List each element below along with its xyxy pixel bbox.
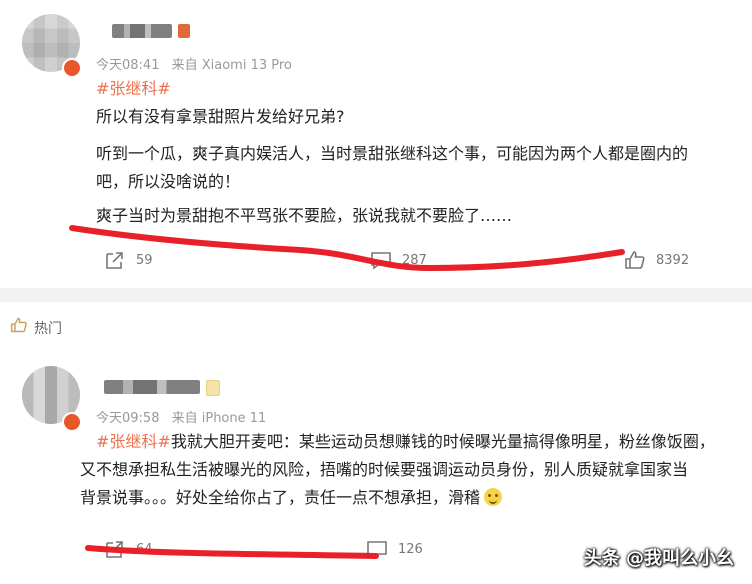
hot-section-header: 热门: [0, 302, 752, 350]
hashtag-text[interactable]: #张继科#: [96, 79, 171, 98]
post-text-line-2: 又不想承担私生活被曝光的风险，捂嘴的时候要强调运动员身份，别人质疑就拿国家当: [80, 460, 689, 479]
post-text-line-3: 吧，所以没啥说的！: [96, 172, 241, 191]
member-badge-icon: [206, 380, 220, 396]
post-meta: 今天08:41 来自 Xiaomi 13 Pro: [96, 54, 300, 73]
post-time: 今天09:58: [96, 411, 160, 426]
weibo-post-1: 今天08:41 来自 Xiaomi 13 Pro #张继科# 所以有没有拿景甜照…: [0, 0, 752, 288]
post-text-line-4: 爽子当时为景甜抱不平骂张不要脸，张说我就不要脸了……: [96, 206, 513, 225]
share-button[interactable]: 59: [104, 250, 153, 270]
thumbs-up-icon: [625, 251, 645, 269]
post-text-line-1: 所以有没有拿景甜照片发给好兄弟?: [96, 107, 345, 126]
post-source: 来自 Xiaomi 13 Pro: [171, 58, 292, 73]
hashtag-link[interactable]: #张继科#: [96, 432, 171, 451]
smirk-emoji-icon: [484, 488, 503, 506]
member-badge-icon: [178, 24, 190, 38]
hot-label: 热门: [34, 321, 62, 337]
comment-button[interactable]: 287: [370, 250, 427, 270]
share-count: 59: [136, 252, 153, 268]
post-text-line-1: #张继科#我就大胆开麦吧：某些运动员想赚钱的时候曝光量搞得像明星，粉丝像饭圈，: [96, 428, 715, 455]
post-meta: 今天09:58 来自 iPhone 11: [96, 407, 274, 426]
username-redacted[interactable]: [112, 24, 172, 38]
comment-button[interactable]: 126: [366, 539, 423, 559]
verified-badge-icon: [62, 412, 82, 432]
comment-icon: [367, 541, 387, 559]
share-icon: [106, 541, 123, 558]
post-text-line-3-text: 背景说事。。。好处全给你占了，责任一点不想承担，滑稽: [80, 488, 481, 507]
watermark: 头条 @我叫么小幺: [583, 548, 734, 569]
post-time: 今天08:41: [96, 58, 160, 73]
comment-count: 287: [402, 252, 427, 268]
hashtag-link[interactable]: #张继科#: [96, 75, 171, 102]
post-source: 来自 iPhone 11: [171, 411, 267, 426]
thumbs-up-icon: [10, 316, 28, 339]
username-redacted[interactable]: [104, 380, 200, 394]
post-text-line-1-rest: 我就大胆开麦吧：某些运动员想赚钱的时候曝光量搞得像明星，粉丝像饭圈，: [170, 432, 715, 451]
share-count: 64: [136, 541, 153, 557]
comment-count: 126: [398, 541, 423, 557]
post-text-line-3: 背景说事。。。好处全给你占了，责任一点不想承担，滑稽: [80, 484, 503, 511]
verified-badge-icon: [62, 58, 82, 78]
like-button[interactable]: 8392: [624, 250, 689, 270]
share-button[interactable]: 64: [104, 539, 153, 559]
post-text-line-2: 听到一个瓜，爽子真内娱活人，当时景甜张继科这个事，可能因为两个人都是圈内的: [96, 144, 689, 163]
section-divider: [0, 288, 752, 302]
comment-icon: [371, 252, 391, 270]
share-icon: [106, 252, 123, 269]
like-count: 8392: [656, 252, 690, 268]
